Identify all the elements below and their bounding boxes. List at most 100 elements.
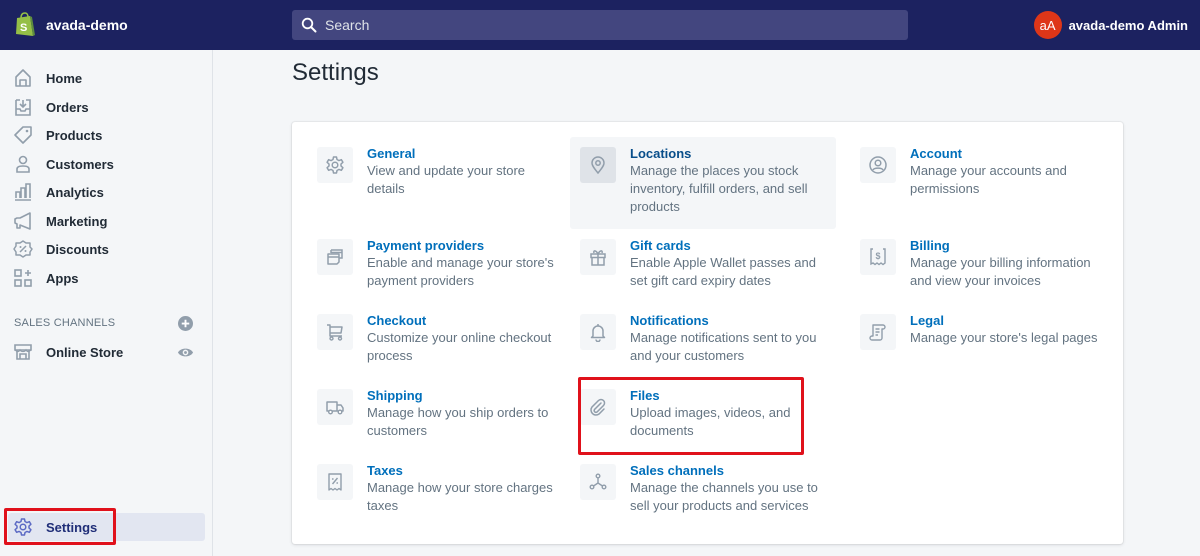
shopify-logo-icon: S xyxy=(16,12,35,36)
store-name: avada-demo xyxy=(46,17,128,33)
setting-description: Manage your store's legal pages xyxy=(910,330,1098,345)
setting-description: Enable and manage your store's payment p… xyxy=(367,255,554,288)
settings-card: General View and update your store detai… xyxy=(292,122,1123,544)
gift-icon xyxy=(580,239,616,275)
setting-title: Shipping xyxy=(367,388,423,403)
setting-sales-channels[interactable]: Sales channels Manage the channels you u… xyxy=(570,450,836,525)
setting-files[interactable]: Files Upload images, videos, and documen… xyxy=(570,375,836,450)
setting-title: Files xyxy=(630,388,660,403)
setting-general[interactable]: General View and update your store detai… xyxy=(307,133,573,208)
setting-description: Manage how you ship orders to customers xyxy=(367,405,549,438)
sidebar-item-settings[interactable]: Settings xyxy=(8,513,205,541)
setting-title: Checkout xyxy=(367,313,427,328)
payment-icon xyxy=(317,239,353,275)
setting-description: Manage your accounts and permissions xyxy=(910,163,1067,196)
setting-shipping[interactable]: Shipping Manage how you ship orders to c… xyxy=(307,375,573,450)
search-input[interactable]: Search xyxy=(292,10,908,40)
gear-icon xyxy=(13,517,33,537)
user-menu[interactable]: aA avada-demo Admin xyxy=(1033,11,1188,39)
sidebar-item-marketing[interactable]: Marketing xyxy=(8,207,205,235)
setting-account[interactable]: Account Manage your accounts and permiss… xyxy=(850,133,1116,208)
sidebar-item-customers[interactable]: Customers xyxy=(8,150,205,178)
store-brand[interactable]: S avada-demo xyxy=(14,12,128,38)
sidebar-item-label: Marketing xyxy=(46,213,108,229)
svg-text:S: S xyxy=(20,22,27,34)
sidebar-item-apps[interactable]: Apps xyxy=(8,264,205,292)
sidebar-item-analytics[interactable]: Analytics xyxy=(8,178,205,206)
orders-icon xyxy=(13,97,33,117)
setting-title: Payment providers xyxy=(367,238,485,253)
setting-legal[interactable]: Legal Manage your store's legal pages xyxy=(850,300,1116,360)
setting-description: Manage notifications sent to you and you… xyxy=(630,330,817,363)
channels-icon xyxy=(580,464,616,500)
view-online-store-eye-icon[interactable] xyxy=(177,346,194,359)
sidebar-item-label: Products xyxy=(46,127,103,143)
setting-title: General xyxy=(367,146,416,161)
setting-description: Manage your billing information and view… xyxy=(910,255,1091,288)
apps-icon xyxy=(13,268,33,288)
svg-text:$: $ xyxy=(875,251,880,261)
setting-billing[interactable]: $ Billing Manage your billing informatio… xyxy=(850,225,1116,300)
add-sales-channel-icon[interactable] xyxy=(178,316,193,331)
discount-icon xyxy=(13,239,33,259)
sidebar-item-label: Orders xyxy=(46,99,89,115)
cart-icon xyxy=(317,314,353,350)
sidebar-item-label: Online Store xyxy=(46,344,124,360)
setting-title: Locations xyxy=(630,146,692,161)
billing-icon: $ xyxy=(860,239,896,275)
setting-description: Manage the places you stock inventory, f… xyxy=(630,163,808,214)
setting-description: Manage the channels you use to sell your… xyxy=(630,480,818,513)
person-icon xyxy=(13,154,33,174)
sidebar-item-products[interactable]: Products xyxy=(8,121,205,149)
sidebar-item-home[interactable]: Home xyxy=(8,64,205,92)
setting-checkout[interactable]: Checkout Customize your online checkout … xyxy=(307,300,573,375)
setting-description: Customize your online checkout process xyxy=(367,330,552,363)
setting-title: Notifications xyxy=(630,313,709,328)
account-icon xyxy=(860,147,896,183)
setting-title: Account xyxy=(910,146,962,161)
setting-title: Taxes xyxy=(367,463,403,478)
megaphone-icon xyxy=(13,211,33,231)
paperclip-icon xyxy=(580,389,616,425)
tax-receipt-icon xyxy=(317,464,353,500)
user-name: avada-demo Admin xyxy=(1068,17,1188,33)
avatar: aA xyxy=(1033,11,1062,39)
setting-description: Enable Apple Wallet passes and set gift … xyxy=(630,255,816,288)
truck-icon xyxy=(317,389,353,425)
home-icon xyxy=(13,68,33,88)
search-icon xyxy=(301,17,317,33)
tag-icon xyxy=(13,125,33,145)
setting-title: Gift cards xyxy=(630,238,691,253)
sidebar-item-label: Discounts xyxy=(46,241,109,257)
setting-title: Billing xyxy=(910,238,950,253)
setting-notifications[interactable]: Notifications Manage notifications sent … xyxy=(570,300,836,375)
sidebar-item-label: Apps xyxy=(46,270,79,286)
sidebar-item-label: Customers xyxy=(46,156,114,172)
page-title: Settings xyxy=(292,59,379,86)
sidebar-item-discounts[interactable]: Discounts xyxy=(8,235,205,263)
setting-description: View and update your store details xyxy=(367,163,526,196)
setting-title: Sales channels xyxy=(630,463,724,478)
setting-gift-cards[interactable]: Gift cards Enable Apple Wallet passes an… xyxy=(570,225,836,300)
sidebar-item-label: Home xyxy=(46,70,83,86)
setting-description: Manage how your store charges taxes xyxy=(367,480,553,513)
location-pin-icon xyxy=(580,147,616,183)
search-placeholder: Search xyxy=(325,17,370,33)
legal-icon xyxy=(860,314,896,350)
sidebar-item-orders[interactable]: Orders xyxy=(8,93,205,121)
setting-payment-providers[interactable]: Payment providers Enable and manage your… xyxy=(307,225,573,300)
sidebar-item-label: Settings xyxy=(46,519,98,535)
bar-chart-icon xyxy=(13,182,33,202)
bell-icon xyxy=(580,314,616,350)
setting-taxes[interactable]: Taxes Manage how your store charges taxe… xyxy=(307,450,573,525)
top-bar: S avada-demo Search aA avada-demo Admin xyxy=(0,0,1200,50)
store-icon xyxy=(13,342,33,362)
sidebar-item-online-store[interactable]: Online Store xyxy=(8,338,205,366)
setting-locations[interactable]: Locations Manage the places you stock in… xyxy=(570,137,836,229)
sidebar: Home Orders Products Customers Analytics… xyxy=(0,50,213,556)
sidebar-item-label: Analytics xyxy=(46,184,104,200)
setting-description: Upload images, videos, and documents xyxy=(630,405,791,438)
gear-icon xyxy=(317,147,353,183)
sales-channels-heading: SALES CHANNELS xyxy=(14,317,116,329)
setting-title: Legal xyxy=(910,313,944,328)
